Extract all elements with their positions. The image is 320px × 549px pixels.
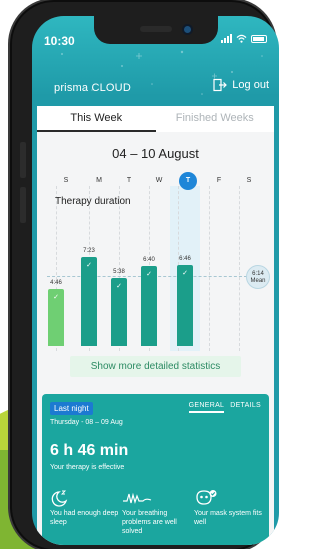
bar-value-label: 5:38 [113, 269, 125, 276]
check-icon: ✓ [86, 262, 92, 270]
bar-value-label: 6:40 [143, 256, 155, 263]
therapy-total-duration: 6 h 46 min [50, 442, 129, 459]
metric-breathing: Your breathing problems are well solved [122, 489, 192, 536]
last-night-card: Last night Thursday - 08 – 09 Aug GENERA… [42, 394, 269, 545]
bar-value-label: 6:46 [179, 255, 191, 262]
mean-label: Mean [250, 277, 266, 284]
notch [94, 16, 218, 44]
check-icon: ✓ [182, 269, 188, 277]
front-camera [184, 26, 191, 33]
logout-button[interactable]: Log out [213, 78, 269, 92]
therapy-effective-text: Your therapy is effective [50, 464, 125, 471]
moon-zzz-icon [51, 490, 68, 507]
gridline-5 [209, 186, 210, 351]
therapy-bar[interactable]: ✓ [141, 265, 157, 346]
mean-badge: 6:14 Mean [246, 265, 270, 289]
signal-icon [221, 34, 232, 43]
tab-general[interactable]: GENERAL [188, 402, 225, 413]
last-night-tabs: GENERAL DETAILS [188, 402, 261, 413]
brand-title: prisma CLOUD [54, 82, 131, 94]
battery-icon [251, 34, 267, 43]
last-night-badge: Last night [50, 402, 93, 415]
metric-mask-fit-text: Your mask system fits well [194, 510, 262, 527]
bar-value-label: 7:23 [83, 248, 95, 255]
weekday-row: SMTWTFS [47, 172, 267, 190]
therapy-bar[interactable]: ✓ [48, 288, 64, 346]
wifi-icon [236, 34, 247, 43]
therapy-bar[interactable]: ✓ [111, 278, 127, 346]
speaker-grille [140, 26, 172, 32]
tab-this-week[interactable]: This Week [37, 106, 156, 132]
weekday-4[interactable]: T [179, 172, 197, 190]
status-icons [221, 34, 267, 43]
weekday-2[interactable]: T [120, 172, 138, 190]
main-content: This Week Finished Weeks 04 – 10 August … [37, 106, 274, 545]
logout-icon [213, 78, 228, 92]
therapy-bar[interactable]: ✓ [81, 257, 97, 346]
phone-frame: 10:30 prisma CLOUD Log out This Week Fin… [12, 2, 279, 549]
metric-breathing-text: Your breathing problems are well solved [122, 510, 177, 536]
metric-mask-fit: Your mask system fits well [194, 489, 264, 527]
weekday-1[interactable]: M [90, 172, 108, 190]
mean-value: 6:14 [252, 271, 264, 277]
chart-title: Therapy duration [55, 196, 131, 207]
bar-value-label: 4:46 [50, 279, 62, 286]
tab-details[interactable]: DETAILS [230, 402, 261, 413]
metric-deep-sleep-text: You had enough deep sleep [50, 510, 119, 527]
check-icon: ✓ [146, 270, 152, 278]
gridline-6 [239, 186, 240, 351]
breathing-wave-icon [123, 492, 152, 505]
week-tabs: This Week Finished Weeks [37, 106, 274, 132]
weekday-5[interactable]: F [210, 172, 228, 190]
logout-label: Log out [232, 79, 269, 91]
mask-check-icon [196, 490, 217, 505]
tab-finished-weeks[interactable]: Finished Weeks [156, 106, 275, 132]
weekday-0[interactable]: S [57, 172, 75, 190]
app-header: prisma CLOUD Log out [32, 64, 279, 100]
metric-deep-sleep: You had enough deep sleep [50, 489, 120, 527]
volume-up-button [20, 142, 26, 178]
last-night-date: Thursday - 08 – 09 Aug [50, 419, 123, 426]
show-detailed-statistics-button[interactable]: Show more detailed statistics [70, 356, 241, 377]
check-icon: ✓ [53, 293, 59, 301]
therapy-bar[interactable]: ✓ [177, 264, 193, 346]
weekday-3[interactable]: W [150, 172, 168, 190]
volume-down-button [20, 187, 26, 223]
week-range: 04 – 10 August [112, 146, 199, 161]
check-icon: ✓ [116, 283, 122, 291]
phone-screen: 10:30 prisma CLOUD Log out This Week Fin… [32, 16, 279, 545]
weekday-6[interactable]: S [240, 172, 258, 190]
